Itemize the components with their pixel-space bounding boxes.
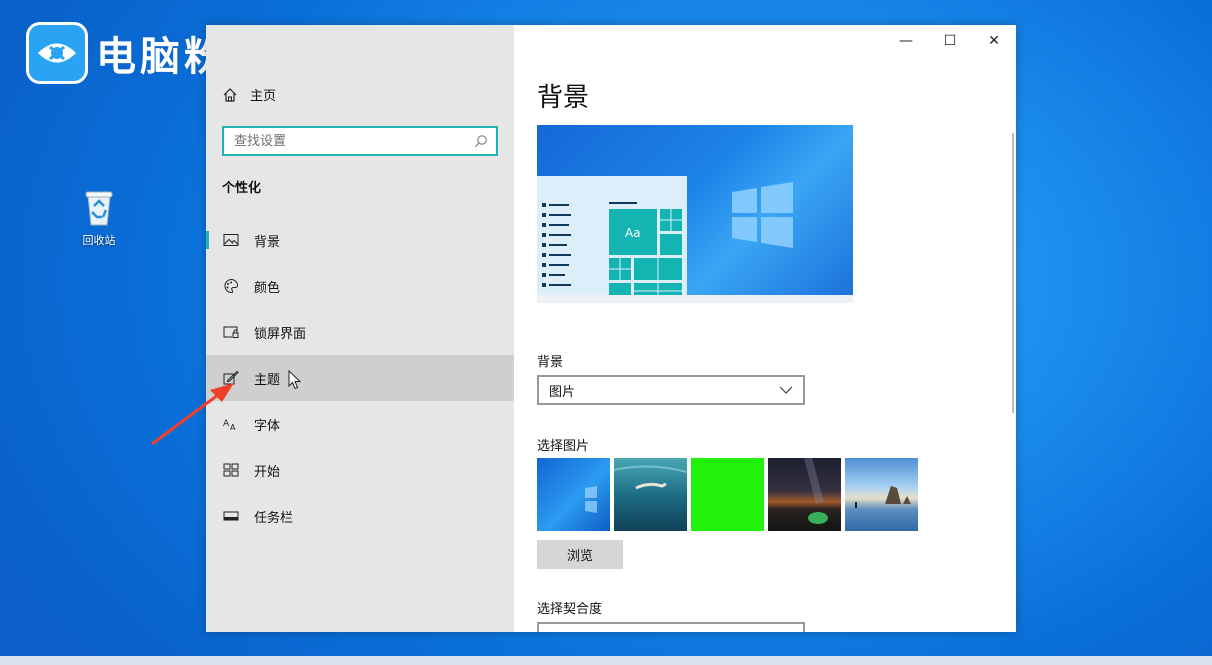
nav-item-background[interactable]: 背景 bbox=[206, 217, 514, 263]
font-icon: AA bbox=[222, 415, 240, 433]
minimize-button[interactable]: — bbox=[884, 25, 928, 57]
lock-screen-icon bbox=[222, 323, 240, 341]
preview-window bbox=[537, 176, 687, 303]
nav-list: 背景 颜色 锁屏界面 主题 AA 字体 开始 任务栏 bbox=[206, 217, 514, 539]
search-input[interactable] bbox=[232, 132, 474, 150]
start-grid-icon bbox=[222, 461, 240, 479]
mouse-cursor-icon bbox=[288, 370, 302, 390]
background-dropdown-value: 图片 bbox=[549, 384, 576, 400]
thumbnail-underwater-swimmer[interactable] bbox=[614, 458, 687, 531]
nav-home[interactable]: 主页 bbox=[222, 85, 276, 104]
nav-item-fonts[interactable]: AA 字体 bbox=[206, 401, 514, 447]
picture-thumbnails bbox=[537, 458, 918, 531]
settings-sidebar: 主页 个性化 背景 颜色 锁屏界面 主题 A bbox=[206, 25, 514, 632]
maximize-button[interactable]: ☐ bbox=[928, 25, 972, 57]
thumbnail-windows-blue[interactable] bbox=[537, 458, 610, 531]
nav-item-colors[interactable]: 颜色 bbox=[206, 263, 514, 309]
nav-item-label: 任务栏 bbox=[254, 510, 294, 526]
section-title: 个性化 bbox=[222, 181, 262, 196]
palette-icon bbox=[222, 277, 240, 295]
svg-text:A: A bbox=[230, 423, 236, 431]
nav-item-lock-screen[interactable]: 锁屏界面 bbox=[206, 309, 514, 355]
watermark-badge-icon bbox=[26, 22, 88, 84]
recycle-bin-label: 回收站 bbox=[82, 234, 116, 247]
browse-button[interactable]: 浏览 bbox=[537, 540, 623, 569]
choose-picture-label: 选择图片 bbox=[537, 439, 590, 454]
close-button[interactable]: ✕ bbox=[972, 25, 1016, 57]
theme-brush-icon bbox=[222, 369, 240, 387]
thumbnail-green[interactable] bbox=[691, 458, 764, 531]
fit-dropdown[interactable] bbox=[537, 622, 805, 632]
nav-item-label: 字体 bbox=[254, 418, 281, 434]
settings-window: 主页 个性化 背景 颜色 锁屏界面 主题 A bbox=[206, 25, 1016, 632]
thumbnail-night-sky[interactable] bbox=[768, 458, 841, 531]
nav-home-label: 主页 bbox=[250, 89, 277, 104]
svg-text:A: A bbox=[223, 419, 230, 429]
background-dropdown[interactable]: 图片 bbox=[537, 375, 805, 405]
home-icon bbox=[223, 87, 237, 102]
nav-item-start[interactable]: 开始 bbox=[206, 447, 514, 493]
picture-icon bbox=[222, 231, 240, 249]
fit-label: 选择契合度 bbox=[537, 602, 603, 617]
nav-item-taskbar[interactable]: 任务栏 bbox=[206, 493, 514, 539]
preview-sample-text: Aa bbox=[625, 226, 641, 240]
thumbnail-beach-rocks[interactable] bbox=[845, 458, 918, 531]
recycle-bin[interactable]: 回收站 bbox=[76, 188, 122, 248]
taskbar bbox=[0, 656, 1212, 665]
preview-bottom-strip bbox=[537, 295, 853, 303]
settings-main: — ☐ ✕ 背景 Aa 背景 图片 选择图片 浏览 选择契合度 bbox=[514, 25, 1016, 632]
windows-logo-icon bbox=[732, 182, 793, 248]
nav-item-themes[interactable]: 主题 bbox=[206, 355, 514, 401]
nav-item-label: 主题 bbox=[254, 372, 281, 388]
watermark-logo: 电脑粉 bbox=[26, 22, 228, 84]
nav-item-label: 背景 bbox=[254, 234, 281, 250]
nav-item-label: 开始 bbox=[254, 464, 281, 480]
nav-item-label: 锁屏界面 bbox=[254, 326, 307, 342]
search-icon bbox=[475, 135, 487, 147]
taskbar-icon bbox=[222, 507, 240, 525]
page-title: 背景 bbox=[537, 83, 590, 113]
window-controls: — ☐ ✕ bbox=[884, 25, 1016, 57]
recycle-bin-icon bbox=[85, 191, 113, 226]
nav-item-label: 颜色 bbox=[254, 280, 281, 296]
background-label: 背景 bbox=[537, 355, 564, 370]
search-box[interactable] bbox=[222, 126, 498, 156]
main-scrollbar[interactable] bbox=[1012, 133, 1014, 413]
background-preview: Aa bbox=[537, 125, 853, 303]
chevron-down-icon bbox=[779, 386, 793, 394]
